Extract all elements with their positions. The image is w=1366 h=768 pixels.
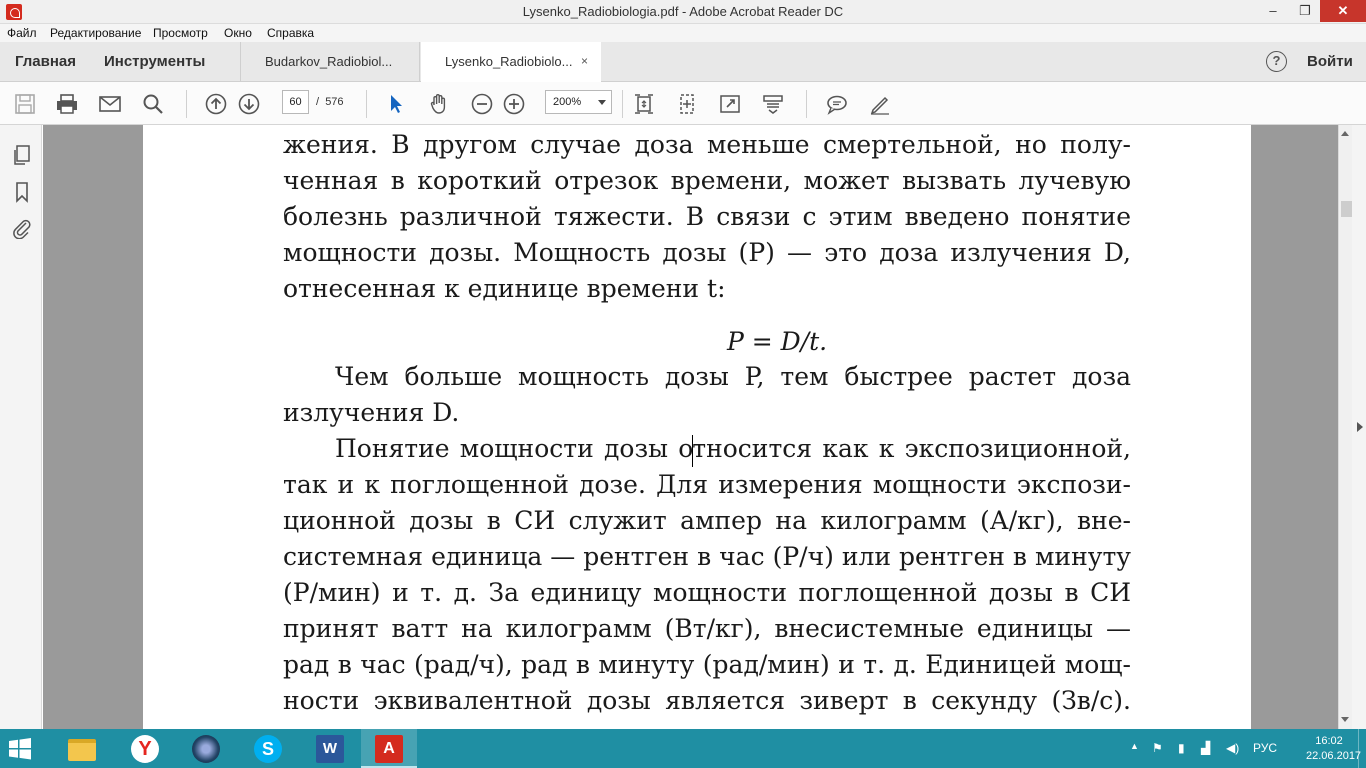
taskbar-file-explorer[interactable] bbox=[54, 729, 110, 768]
battery-icon[interactable]: ▮ bbox=[1178, 741, 1185, 755]
document-tab[interactable]: Budarkov_Radiobiol... bbox=[240, 42, 420, 82]
text-segment: Понятие мощности дозы о bbox=[335, 434, 694, 463]
signin-button[interactable]: Войти bbox=[1307, 53, 1353, 70]
menu-bar: Файл Редактирование Просмотр Окно Справк… bbox=[0, 24, 1366, 42]
taskbar-skype[interactable]: S bbox=[240, 729, 296, 768]
page-number-input[interactable]: 60 bbox=[282, 90, 309, 114]
text-line: ности эквивалентной дозы является зиверт… bbox=[283, 686, 1131, 715]
text-line: системная единица — рентген в час (Р/ч) … bbox=[283, 542, 1131, 571]
sign-icon[interactable] bbox=[868, 92, 892, 116]
windows-start-icon[interactable] bbox=[8, 737, 32, 761]
text-line-with-cursor: Понятие мощности дозы относится как к эк… bbox=[283, 431, 1131, 467]
help-icon[interactable]: ? bbox=[1266, 51, 1287, 72]
taskbar-yandex-browser[interactable]: Y bbox=[117, 729, 173, 768]
pages-icon[interactable] bbox=[11, 144, 33, 166]
clock-date: 22.06.2017 bbox=[1306, 750, 1362, 762]
close-tab-icon[interactable]: × bbox=[581, 54, 588, 68]
menu-file[interactable]: Файл bbox=[7, 26, 37, 40]
chevron-down-icon bbox=[598, 100, 606, 105]
scroll-down-icon[interactable] bbox=[1341, 717, 1349, 722]
menu-edit[interactable]: Редактирование bbox=[50, 26, 141, 40]
text-line: жения. В другом случае доза меньше смерт… bbox=[283, 130, 1131, 159]
tab-bar: Главная Инструменты Budarkov_Radiobiol..… bbox=[0, 42, 1366, 83]
clock[interactable]: 16:02 22.06.2017 bbox=[1306, 734, 1362, 764]
zoom-in-icon[interactable] bbox=[502, 92, 526, 116]
toolbar bbox=[0, 82, 1366, 125]
fit-page-icon[interactable] bbox=[632, 92, 656, 116]
taskbar: Y S W A ▲ ⚑ ▮ ▟ ◀) РУС 16:02 22.06.2017 bbox=[0, 729, 1366, 768]
text-segment: тносится как к экспозиционной, bbox=[692, 434, 1131, 463]
volume-icon[interactable]: ◀) bbox=[1226, 741, 1239, 755]
text-line: принят ватт на килограмм (Вт/кг), внесис… bbox=[283, 614, 1131, 643]
page-total-count: 576 bbox=[325, 96, 344, 108]
yandex-browser-icon: Y bbox=[131, 735, 159, 763]
tools-tab[interactable]: Инструменты bbox=[104, 53, 205, 70]
taskbar-word[interactable]: W bbox=[302, 729, 358, 768]
pdf-page: жения. В другом случае доза меньше смерт… bbox=[143, 125, 1251, 729]
text-line: (Р/мин) и т. д. За единицу мощности погл… bbox=[283, 578, 1131, 607]
scroll-mode-icon[interactable] bbox=[675, 92, 699, 116]
attachment-icon[interactable] bbox=[11, 217, 33, 240]
close-window-button[interactable]: ✕ bbox=[1320, 0, 1366, 22]
prev-page-icon[interactable] bbox=[204, 92, 228, 116]
window-title: Lysenko_Radiobiologia.pdf - Adobe Acroba… bbox=[522, 4, 844, 19]
text-line: болезнь различной тяжести. В связи с эти… bbox=[283, 202, 1131, 231]
document-tab-label: Budarkov_Radiobiol... bbox=[265, 54, 393, 69]
language-indicator[interactable]: РУС bbox=[1253, 741, 1277, 755]
home-tab[interactable]: Главная bbox=[15, 53, 76, 70]
page-text: жения. В другом случае доза меньше смерт… bbox=[283, 127, 1131, 719]
full-screen-icon[interactable] bbox=[718, 92, 742, 116]
text-line: ционной дозы в СИ служит ампер на килогр… bbox=[283, 506, 1131, 535]
menu-view[interactable]: Просмотр bbox=[153, 26, 208, 40]
network-icon[interactable]: ▟ bbox=[1201, 741, 1210, 755]
show-desktop-button[interactable] bbox=[1358, 729, 1366, 768]
left-navigation-panel bbox=[0, 125, 42, 729]
page-total: / 576 bbox=[316, 96, 344, 108]
text-line: отнесенная к единице времени t: bbox=[283, 274, 726, 303]
select-icon[interactable] bbox=[384, 92, 408, 116]
text-line: Чем больше мощность дозы P, тем быстрее … bbox=[335, 362, 1131, 391]
media-app-icon bbox=[192, 735, 220, 763]
email-icon[interactable] bbox=[98, 92, 122, 116]
text-line: рад в час (рад/ч), рад в минуту (рад/мин… bbox=[283, 650, 1131, 679]
acrobat-reader-icon: A bbox=[375, 735, 403, 763]
print-icon[interactable] bbox=[55, 92, 79, 116]
text-line: излучения D. bbox=[283, 398, 460, 427]
comment-icon[interactable] bbox=[825, 92, 849, 116]
tray-expand-icon[interactable]: ▲ bbox=[1130, 741, 1139, 751]
title-bar: Lysenko_Radiobiologia.pdf - Adobe Acroba… bbox=[0, 0, 1366, 24]
read-mode-icon[interactable] bbox=[761, 92, 785, 116]
text-line: ченная в короткий отрезок времени, может… bbox=[283, 166, 1131, 195]
save-icon[interactable] bbox=[13, 92, 37, 116]
hand-icon[interactable] bbox=[427, 92, 451, 116]
expand-right-panel-icon[interactable] bbox=[1357, 422, 1363, 432]
zoom-out-icon[interactable] bbox=[470, 92, 494, 116]
taskbar-acrobat[interactable]: A bbox=[361, 729, 417, 768]
text-line: так и к поглощенной дозе. Для измерения … bbox=[283, 470, 1131, 499]
menu-window[interactable]: Окно bbox=[224, 26, 252, 40]
scroll-up-icon[interactable] bbox=[1341, 131, 1349, 136]
skype-icon: S bbox=[254, 735, 282, 763]
taskbar-media-app[interactable] bbox=[178, 729, 234, 768]
minimize-button[interactable]: – bbox=[1258, 0, 1288, 22]
maximize-button[interactable]: ❐ bbox=[1290, 0, 1320, 22]
zoom-value: 200% bbox=[553, 96, 582, 108]
menu-help[interactable]: Справка bbox=[267, 26, 314, 40]
flag-icon[interactable]: ⚑ bbox=[1152, 741, 1163, 755]
document-tab-active[interactable]: Lysenko_Radiobiolo... × bbox=[421, 42, 601, 83]
document-tab-label: Lysenko_Radiobiolo... bbox=[445, 54, 573, 69]
bookmark-icon[interactable] bbox=[11, 181, 33, 203]
word-icon: W bbox=[316, 735, 344, 763]
page-separator: / bbox=[316, 96, 320, 108]
document-viewport[interactable]: жения. В другом случае доза меньше смерт… bbox=[43, 125, 1338, 729]
text-line: мощности дозы. Мощность дозы (P) — это д… bbox=[283, 238, 1131, 267]
next-page-icon[interactable] bbox=[237, 92, 261, 116]
file-explorer-icon bbox=[68, 739, 96, 761]
scrollbar-thumb[interactable] bbox=[1341, 201, 1352, 217]
clock-time: 16:02 bbox=[1315, 735, 1343, 747]
search-icon[interactable] bbox=[141, 92, 165, 116]
zoom-select[interactable]: 200% bbox=[545, 90, 612, 114]
